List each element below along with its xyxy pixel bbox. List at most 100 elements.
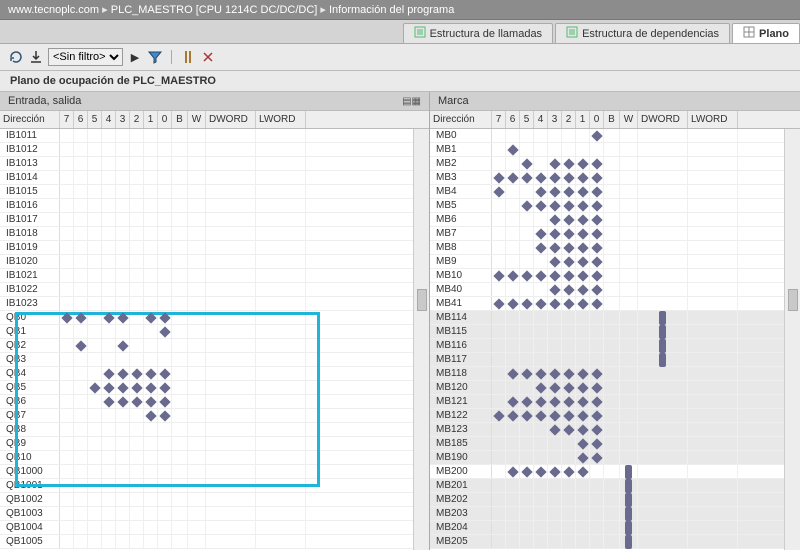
breadcrumb-item[interactable]: PLC_MAESTRO [CPU 1214C DC/DC/DC] [111,4,329,16]
col-byte[interactable]: B [604,111,620,128]
col-dword[interactable]: DWORD [206,111,256,128]
col-lword[interactable]: LWORD [688,111,738,128]
table-row[interactable]: MB123 [430,423,784,437]
table-row[interactable]: MB40 [430,283,784,297]
col-bit-5[interactable]: 5 [88,111,102,128]
table-row[interactable]: MB115 [430,325,784,339]
table-row[interactable]: QB5 [0,381,413,395]
col-bit-1[interactable]: 1 [144,111,158,128]
table-row[interactable]: MB201 [430,479,784,493]
table-row[interactable]: MB121 [430,395,784,409]
table-row[interactable]: IB1021 [0,269,413,283]
download-icon[interactable] [28,49,44,65]
col-bit-0[interactable]: 0 [158,111,172,128]
table-row[interactable]: IB1018 [0,227,413,241]
col-bit-1[interactable]: 1 [576,111,590,128]
table-row[interactable]: QB1 [0,325,413,339]
col-lword[interactable]: LWORD [256,111,306,128]
grid-body-left[interactable]: IB1011IB1012IB1013IB1014IB1015IB1016IB10… [0,129,413,550]
table-row[interactable]: QB1004 [0,521,413,535]
table-row[interactable]: IB1012 [0,143,413,157]
table-row[interactable]: MB202 [430,493,784,507]
table-row[interactable]: MB6 [430,213,784,227]
col-byte[interactable]: B [172,111,188,128]
scrollbar-thumb[interactable] [788,289,798,311]
refresh-icon[interactable] [8,49,24,65]
table-row[interactable]: QB10 [0,451,413,465]
tab-plan[interactable]: Plano [732,23,800,43]
col-word[interactable]: W [188,111,206,128]
table-row[interactable]: MB200 [430,465,784,479]
scrollbar-thumb[interactable] [417,289,427,311]
col-bit-5[interactable]: 5 [520,111,534,128]
funnel-icon[interactable] [147,49,163,65]
table-row[interactable]: QB4 [0,367,413,381]
tool-icon[interactable] [180,49,196,65]
col-bit-4[interactable]: 4 [102,111,116,128]
table-row[interactable]: IB1019 [0,241,413,255]
table-row[interactable]: MB204 [430,521,784,535]
table-row[interactable]: QB6 [0,395,413,409]
table-row[interactable]: MB5 [430,199,784,213]
table-row[interactable]: QB1001 [0,479,413,493]
table-row[interactable]: MB203 [430,507,784,521]
col-bit-4[interactable]: 4 [534,111,548,128]
table-row[interactable]: QB1005 [0,535,413,549]
col-bit-6[interactable]: 6 [74,111,88,128]
table-row[interactable]: QB2 [0,339,413,353]
col-bit-7[interactable]: 7 [60,111,74,128]
table-row[interactable]: QB1003 [0,507,413,521]
table-row[interactable]: MB114 [430,311,784,325]
table-row[interactable]: MB122 [430,409,784,423]
table-row[interactable]: QB7 [0,409,413,423]
scrollbar[interactable] [413,129,429,550]
table-row[interactable]: MB205 [430,535,784,549]
table-row[interactable]: QB3 [0,353,413,367]
col-bit-7[interactable]: 7 [492,111,506,128]
table-row[interactable]: MB190 [430,451,784,465]
table-row[interactable]: IB1016 [0,199,413,213]
col-bit-3[interactable]: 3 [548,111,562,128]
table-row[interactable]: QB8 [0,423,413,437]
col-dword[interactable]: DWORD [638,111,688,128]
table-row[interactable]: MB2 [430,157,784,171]
tab-call-structure[interactable]: Estructura de llamadas [403,23,554,43]
table-row[interactable]: QB1002 [0,493,413,507]
table-row[interactable]: MB185 [430,437,784,451]
col-bit-6[interactable]: 6 [506,111,520,128]
filter-select[interactable]: <Sin filtro> [48,48,123,66]
table-row[interactable]: MB117 [430,353,784,367]
table-row[interactable]: MB116 [430,339,784,353]
col-bit-2[interactable]: 2 [130,111,144,128]
table-row[interactable]: MB10 [430,269,784,283]
table-row[interactable]: MB1 [430,143,784,157]
table-row[interactable]: MB118 [430,367,784,381]
table-row[interactable]: QB9 [0,437,413,451]
table-row[interactable]: MB4 [430,185,784,199]
table-row[interactable]: IB1013 [0,157,413,171]
col-bit-3[interactable]: 3 [116,111,130,128]
tab-dependency-structure[interactable]: Estructura de dependencias [555,23,730,43]
table-row[interactable]: MB3 [430,171,784,185]
breadcrumb-item[interactable]: www.tecnoplc.com [8,4,111,16]
table-row[interactable]: IB1015 [0,185,413,199]
breadcrumb[interactable]: www.tecnoplc.com PLC_MAESTRO [CPU 1214C … [0,0,800,20]
table-row[interactable]: IB1017 [0,213,413,227]
col-word[interactable]: W [620,111,638,128]
table-row[interactable]: IB1023 [0,297,413,311]
grid-body-right[interactable]: MB0MB1MB2MB3MB4MB5MB6MB7MB8MB9MB10MB40MB… [430,129,784,550]
table-row[interactable]: IB1022 [0,283,413,297]
table-row[interactable]: MB41 [430,297,784,311]
table-row[interactable]: IB1011 [0,129,413,143]
table-row[interactable]: IB1020 [0,255,413,269]
table-row[interactable]: MB9 [430,255,784,269]
table-row[interactable]: MB0 [430,129,784,143]
breadcrumb-item[interactable]: Información del programa [329,4,454,16]
scrollbar[interactable] [784,129,800,550]
view-toggle-icon[interactable]: ▤▦ [402,96,421,107]
col-direccion[interactable]: Dirección [0,111,60,128]
delete-icon[interactable] [200,49,216,65]
table-row[interactable]: QB1000 [0,465,413,479]
col-bit-0[interactable]: 0 [590,111,604,128]
col-bit-2[interactable]: 2 [562,111,576,128]
